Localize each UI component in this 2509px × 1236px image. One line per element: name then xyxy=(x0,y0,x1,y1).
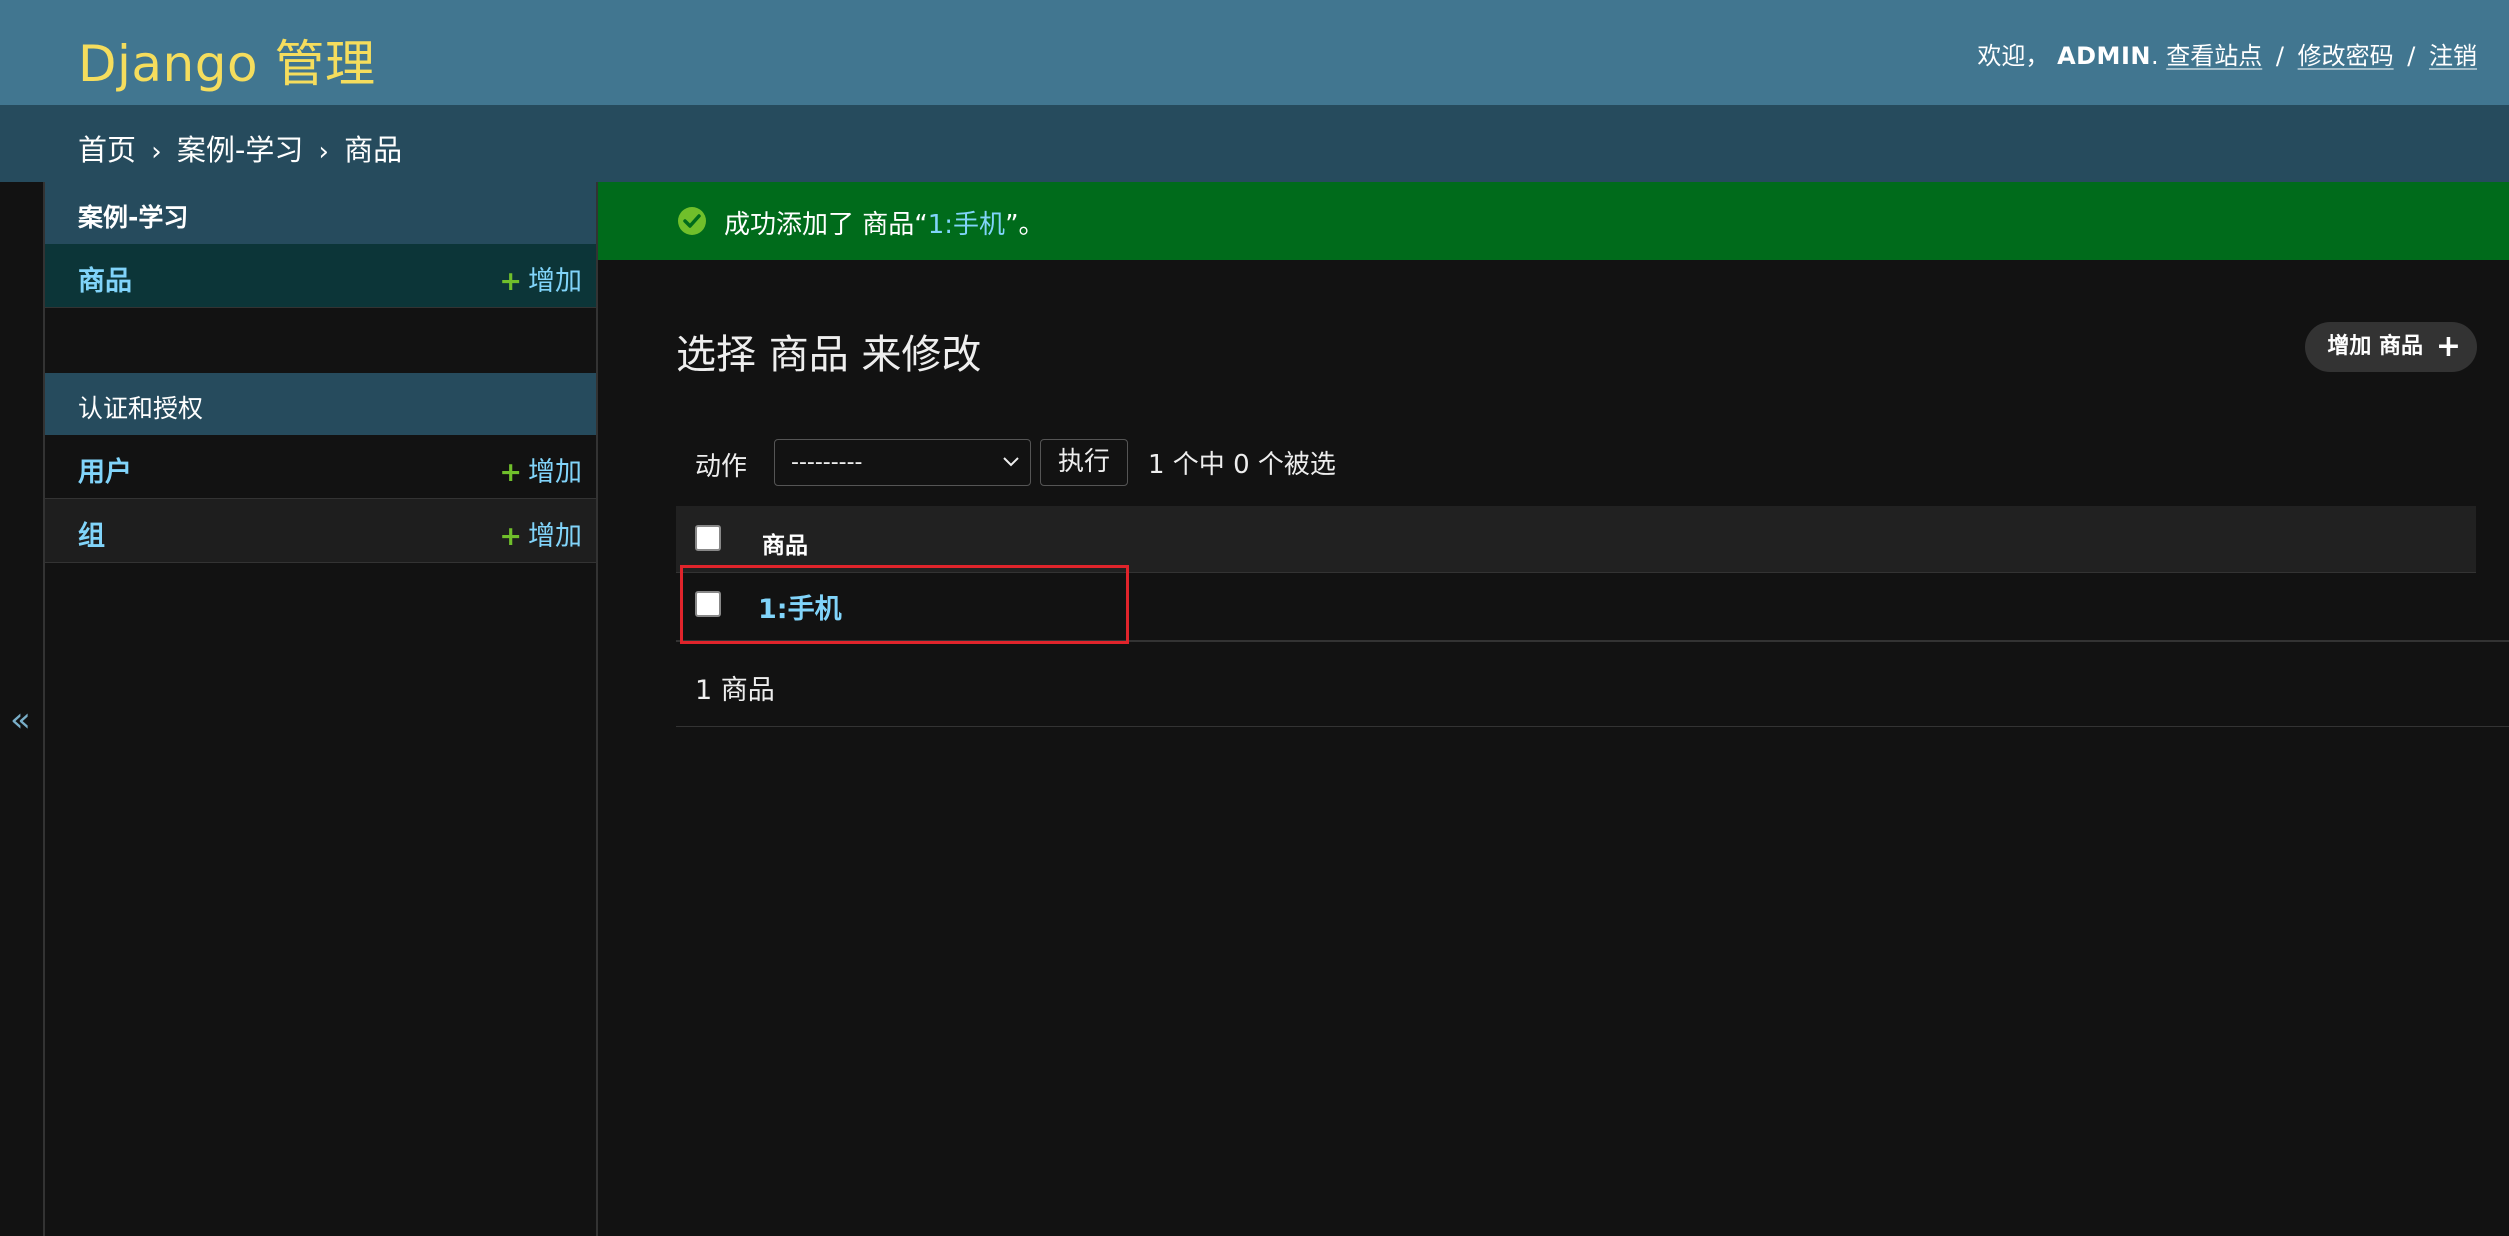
separator: / xyxy=(2275,42,2284,70)
table-header: 商品 xyxy=(676,506,2476,573)
actions-bar: 动作 --------- 执行 1 个中 0 个被选 xyxy=(676,436,2476,492)
page-title: 选择 商品 来修改 xyxy=(676,332,982,378)
success-check-icon xyxy=(678,207,706,235)
username: ADMIN xyxy=(2057,42,2151,70)
sidebar-toggle[interactable]: « xyxy=(0,182,45,1236)
chevron-down-icon xyxy=(1002,446,1020,482)
site-header: Django 管理 欢迎， ADMIN. 查看站点 / 修改密码 / 注销 xyxy=(0,0,2509,105)
breadcrumb: 首页 › 案例-学习 › 商品 xyxy=(0,105,2509,182)
view-site-link[interactable]: 查看站点 xyxy=(2166,42,2262,70)
sidebar-item-products[interactable]: 商品 + 增加 xyxy=(45,244,596,308)
column-header-product[interactable]: 商品 xyxy=(762,526,808,560)
breadcrumb-separator: › xyxy=(318,137,329,167)
sidebar-item-label[interactable]: 组 xyxy=(78,514,105,553)
add-group-link[interactable]: + 增加 xyxy=(499,514,582,553)
selection-counter: 1 个中 0 个被选 xyxy=(1148,450,1336,480)
sidebar-item-label[interactable]: 商品 xyxy=(78,259,132,298)
select-all-checkbox[interactable] xyxy=(695,525,721,551)
plus-icon: + xyxy=(499,266,522,297)
add-product-link[interactable]: + 增加 xyxy=(499,259,582,298)
highlight-annotation xyxy=(680,565,1129,644)
breadcrumb-app[interactable]: 案例-学习 xyxy=(177,133,303,167)
action-select[interactable]: --------- xyxy=(774,439,1031,486)
actions-label: 动作 xyxy=(695,452,748,482)
breadcrumb-current: 商品 xyxy=(344,133,403,167)
breadcrumb-separator: › xyxy=(151,137,162,167)
success-message: 成功添加了 商品“1:手机”。 xyxy=(598,182,2509,260)
added-object-link[interactable]: 1:手机 xyxy=(928,210,1005,240)
site-title[interactable]: Django 管理 xyxy=(78,24,375,96)
result-count: 1 商品 xyxy=(695,675,775,706)
sidebar-item-label[interactable]: 用户 xyxy=(78,450,132,489)
user-tools: 欢迎， ADMIN. 查看站点 / 修改密码 / 注销 xyxy=(1977,36,2477,71)
plus-icon: + xyxy=(2435,329,2461,364)
collapse-sidebar-icon[interactable]: « xyxy=(10,700,31,740)
change-password-link[interactable]: 修改密码 xyxy=(2298,42,2394,70)
add-user-link[interactable]: + 增加 xyxy=(499,450,582,489)
sidebar-item-users[interactable]: 用户 + 增加 xyxy=(45,435,596,499)
separator: / xyxy=(2407,42,2416,70)
paginator: 1 商品 xyxy=(676,642,2509,727)
plus-icon: + xyxy=(499,521,522,552)
sidebar-item-groups[interactable]: 组 + 增加 xyxy=(45,499,596,563)
plus-icon: + xyxy=(499,457,522,488)
add-product-button[interactable]: 增加 商品 + xyxy=(2305,322,2477,372)
module-caption-auth[interactable]: 认证和授权 xyxy=(45,373,596,435)
run-action-button[interactable]: 执行 xyxy=(1040,439,1128,486)
username-punct: . xyxy=(2150,42,2159,70)
module-caption-app[interactable]: 案例-学习 xyxy=(45,182,596,244)
breadcrumb-home[interactable]: 首页 xyxy=(78,133,136,167)
welcome-text: 欢迎， xyxy=(1977,42,2050,70)
success-text: 成功添加了 商品“1:手机”。 xyxy=(724,210,1045,240)
logout-link[interactable]: 注销 xyxy=(2429,42,2477,70)
nav-sidebar: 案例-学习 商品 + 增加 认证和授权 用户 + 增加 组 + 增加 xyxy=(45,182,598,1236)
